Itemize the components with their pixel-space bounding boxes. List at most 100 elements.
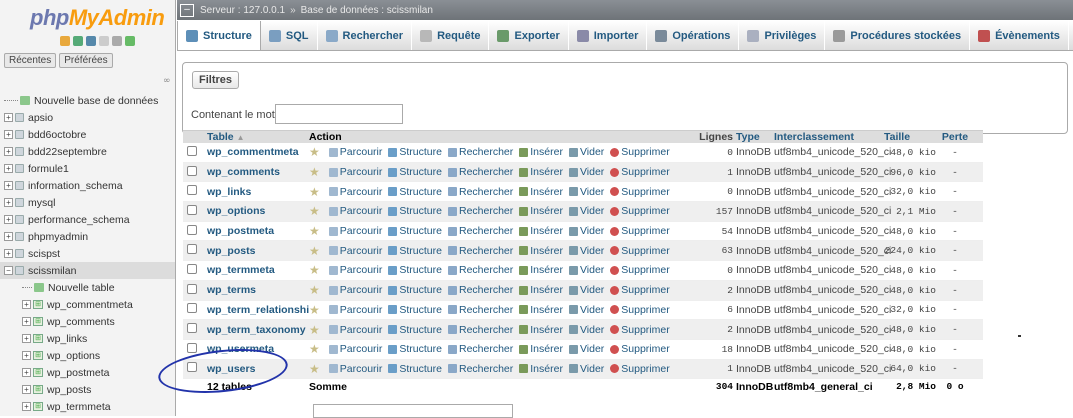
row-checkbox[interactable] — [187, 342, 197, 353]
expand-icon[interactable]: + — [22, 351, 31, 360]
collapse-icon[interactable]: – — [180, 3, 194, 17]
docs-icon[interactable] — [99, 36, 109, 46]
tree-item[interactable]: + ⊞ wp_termmeta — [0, 398, 175, 415]
action-5[interactable]: Supprimer — [610, 304, 670, 316]
tree-item-label[interactable]: phpmyadmin — [28, 231, 88, 243]
tab-7[interactable]: Privilèges — [739, 21, 826, 50]
help-icon[interactable] — [86, 36, 96, 46]
link-icon[interactable]: ∞ — [163, 76, 171, 86]
recent-tab[interactable]: Récentes — [4, 53, 57, 68]
tree-item-label[interactable]: bdd6octobre — [28, 129, 86, 141]
tree-item-label[interactable]: wp_links — [47, 333, 87, 345]
action-3[interactable]: Insérer — [519, 304, 563, 316]
row-checkbox[interactable] — [187, 165, 197, 176]
table-name[interactable]: wp_term_taxonomy — [201, 324, 309, 336]
tree-item[interactable]: + information_schema — [0, 177, 175, 194]
action-1[interactable]: Structure — [388, 146, 442, 158]
action-2[interactable]: Rechercher — [447, 166, 513, 178]
action-3[interactable]: Insérer — [519, 363, 563, 375]
tree-item[interactable]: + ⊞ wp_postmeta — [0, 364, 175, 381]
logout-icon[interactable] — [73, 36, 83, 46]
tree-item[interactable]: + ⊞ wp_links — [0, 330, 175, 347]
tab-8[interactable]: Procédures stockées — [825, 21, 971, 50]
action-3[interactable]: Insérer — [519, 264, 563, 276]
row-checkbox[interactable] — [187, 145, 197, 156]
table-name[interactable]: wp_terms — [201, 284, 309, 296]
expand-icon[interactable]: + — [22, 368, 31, 377]
tree-item-label[interactable]: Nouvelle table — [48, 282, 115, 294]
action-2[interactable]: Rechercher — [447, 245, 513, 257]
action-3[interactable]: Insérer — [519, 284, 563, 296]
row-checkbox[interactable] — [187, 283, 197, 294]
home-icon[interactable] — [60, 36, 70, 46]
reload-icon[interactable] — [125, 36, 135, 46]
table-name[interactable]: wp_options — [201, 205, 309, 217]
action-5[interactable]: Supprimer — [610, 284, 670, 296]
row-checkbox[interactable] — [187, 224, 197, 235]
action-2[interactable]: Rechercher — [447, 186, 513, 198]
tree-item-label[interactable]: wp_commentmeta — [47, 299, 133, 311]
tree-item[interactable]: + mysql — [0, 194, 175, 211]
action-5[interactable]: Supprimer — [610, 245, 670, 257]
action-0[interactable]: Parcourir — [328, 304, 382, 316]
tree-item-label[interactable]: apsio — [28, 112, 53, 124]
expand-icon[interactable]: + — [22, 402, 31, 411]
tree-item-label[interactable]: wp_options — [47, 350, 100, 362]
row-size[interactable]: 64,0 kio — [884, 363, 940, 374]
tree-item-label[interactable]: information_schema — [28, 180, 123, 192]
tree-item[interactable]: Nouvelle table — [0, 279, 175, 296]
action-5[interactable]: Supprimer — [610, 146, 670, 158]
tree-item[interactable]: + bdd6octobre — [0, 126, 175, 143]
action-1[interactable]: Structure — [388, 304, 442, 316]
tree-item[interactable]: + ⊞ wp_posts — [0, 381, 175, 398]
action-3[interactable]: Insérer — [519, 146, 563, 158]
tree-item-label[interactable]: performance_schema — [28, 214, 130, 226]
tree-item-label[interactable]: wp_posts — [47, 384, 91, 396]
expand-icon[interactable]: + — [4, 113, 13, 122]
action-1[interactable]: Structure — [388, 205, 442, 217]
tree-item-label[interactable]: wp_comments — [47, 316, 115, 328]
action-5[interactable]: Supprimer — [610, 324, 670, 336]
action-1[interactable]: Structure — [388, 343, 442, 355]
action-2[interactable]: Rechercher — [447, 284, 513, 296]
action-5[interactable]: Supprimer — [610, 166, 670, 178]
tree-item-label[interactable]: wp_postmeta — [47, 367, 109, 379]
filter-input[interactable] — [275, 104, 403, 124]
action-4[interactable]: Vider — [568, 324, 604, 336]
tree-item-label[interactable]: bdd22septembre — [28, 146, 107, 158]
action-0[interactable]: Parcourir — [328, 324, 382, 336]
tree-item[interactable]: + ⊞ wp_options — [0, 347, 175, 364]
action-2[interactable]: Rechercher — [447, 264, 513, 276]
row-size[interactable]: 96,0 kio — [884, 167, 940, 178]
table-name[interactable]: wp_commentmeta — [201, 146, 309, 158]
action-4[interactable]: Vider — [568, 225, 604, 237]
favorite-star-icon[interactable]: ★ — [309, 283, 320, 297]
action-5[interactable]: Supprimer — [610, 205, 670, 217]
action-1[interactable]: Structure — [388, 324, 442, 336]
col-size[interactable]: Taille — [884, 131, 940, 143]
row-size[interactable]: 48,0 kio — [884, 147, 940, 158]
table-name[interactable]: wp_comments — [201, 166, 309, 178]
favorite-star-icon[interactable]: ★ — [309, 145, 320, 159]
action-5[interactable]: Supprimer — [610, 363, 670, 375]
action-4[interactable]: Vider — [568, 343, 604, 355]
tab-10[interactable]: Déclencheurs — [1069, 21, 1073, 50]
action-3[interactable]: Insérer — [519, 343, 563, 355]
row-checkbox[interactable] — [187, 204, 197, 215]
action-3[interactable]: Insérer — [519, 205, 563, 217]
action-2[interactable]: Rechercher — [447, 205, 513, 217]
tree-item[interactable]: + ⊞ wp_comments — [0, 313, 175, 330]
row-size[interactable]: 48,0 kio — [884, 285, 940, 296]
favorite-star-icon[interactable]: ★ — [309, 204, 320, 218]
col-type[interactable]: Type — [733, 131, 774, 143]
tree-item[interactable]: + phpmyadmin — [0, 228, 175, 245]
tree-item-label[interactable]: formule1 — [28, 163, 69, 175]
row-size[interactable]: 224,0 kio — [884, 245, 940, 256]
breadcrumb-server[interactable]: Serveur : 127.0.0.1 — [200, 5, 285, 16]
action-3[interactable]: Insérer — [519, 245, 563, 257]
tab-3[interactable]: Requête — [412, 21, 490, 50]
action-5[interactable]: Supprimer — [610, 186, 670, 198]
row-size[interactable]: 32,0 kio — [884, 186, 940, 197]
action-0[interactable]: Parcourir — [328, 205, 382, 217]
action-0[interactable]: Parcourir — [328, 186, 382, 198]
